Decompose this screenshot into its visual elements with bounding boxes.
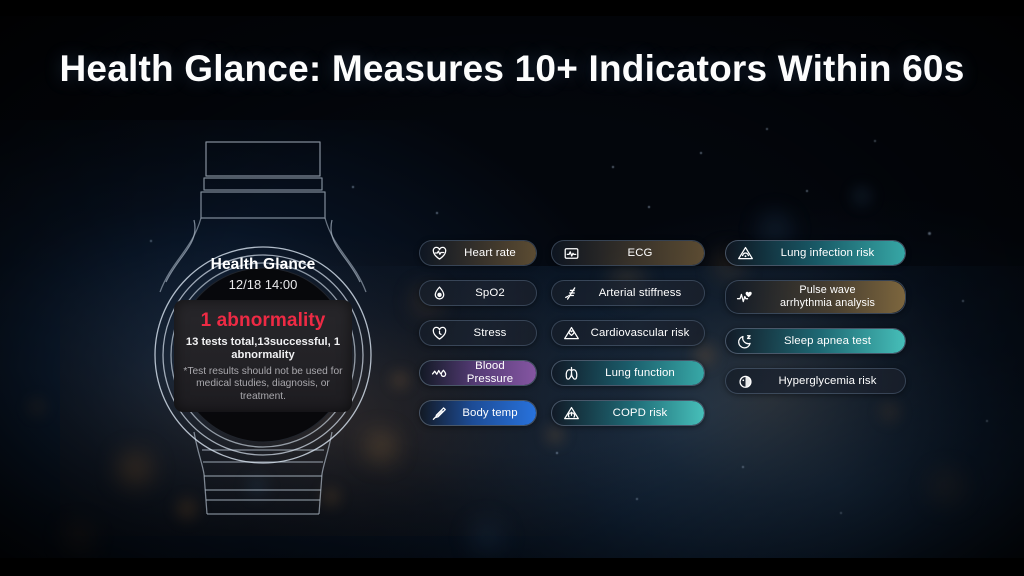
- indicator-pill[interactable]: SpO2: [419, 280, 537, 306]
- pill-label: Stress: [473, 326, 507, 339]
- pill-label: Lung function: [605, 366, 675, 379]
- heart-pulse-icon: [426, 245, 452, 262]
- pill-label: SpO2: [475, 286, 505, 299]
- indicator-pill[interactable]: Sleep apnea test: [725, 328, 906, 354]
- pill-label: ECG: [627, 246, 653, 259]
- pill-label: Arterial stiffness: [598, 286, 682, 299]
- indicator-columns: Heart rate SpO2 Stress Blood Pressure Body t…: [0, 0, 1024, 576]
- indicator-pill[interactable]: Cardiovascular risk: [551, 320, 705, 346]
- pill-label: Heart rate: [464, 246, 516, 259]
- indicator-pill[interactable]: Body temp: [419, 400, 537, 426]
- heart-check-icon: [426, 325, 452, 342]
- indicator-pill[interactable]: Pulse wave arrhythmia analysis: [725, 280, 906, 314]
- indicator-pill[interactable]: COPD risk: [551, 400, 705, 426]
- indicator-pill[interactable]: Blood Pressure: [419, 360, 537, 386]
- pill-label: Body temp: [462, 406, 518, 419]
- indicator-pill[interactable]: Lung function: [551, 360, 705, 386]
- indicator-pill[interactable]: ECG: [551, 240, 705, 266]
- indicator-pill[interactable]: Arterial stiffness: [551, 280, 705, 306]
- blood-pressure-icon: [426, 365, 452, 382]
- pill-label: Pulse wave arrhythmia analysis: [780, 284, 875, 309]
- pulse-wave-heart-icon: [732, 289, 758, 306]
- indicator-pill[interactable]: Stress: [419, 320, 537, 346]
- ecg-card-icon: [558, 245, 584, 262]
- moon-sleep-icon: [732, 333, 758, 350]
- artery-icon: [558, 285, 584, 302]
- thermometer-icon: [426, 405, 452, 422]
- indicator-pill[interactable]: Hyperglycemia risk: [725, 368, 906, 394]
- blood-drop-icon: [426, 285, 452, 302]
- pill-label: Hyperglycemia risk: [778, 374, 877, 387]
- indicator-column-3: Lung infection risk Pulse wave arrhythmia…: [725, 240, 906, 394]
- pill-label: COPD risk: [612, 406, 668, 419]
- warning-heart-icon: [558, 325, 584, 342]
- slide-root: Health Glance: Measures 10+ Indicators W…: [0, 0, 1024, 576]
- warning-lungs-icon: [558, 405, 584, 422]
- indicator-column-1: Heart rate SpO2 Stress Blood Pressure Body t…: [419, 240, 537, 426]
- pill-label: Cardiovascular risk: [590, 326, 690, 339]
- lungs-icon: [558, 365, 584, 382]
- glucose-icon: [732, 373, 758, 390]
- pill-label: Sleep apnea test: [783, 334, 872, 347]
- pill-label: Lung infection risk: [780, 246, 875, 259]
- warning-lung-infection-icon: [732, 245, 758, 262]
- indicator-pill[interactable]: Lung infection risk: [725, 240, 906, 266]
- pill-label: Blood Pressure: [466, 360, 514, 385]
- indicator-column-2: ECG Arterial stiffness Cardiovascular risk…: [551, 240, 705, 426]
- indicator-pill[interactable]: Heart rate: [419, 240, 537, 266]
